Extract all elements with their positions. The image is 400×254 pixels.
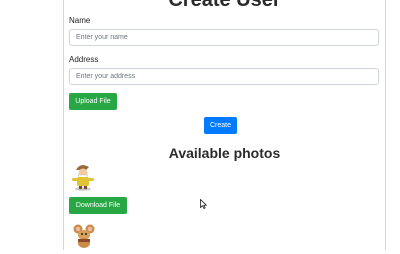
page-left-border [63, 0, 64, 250]
page-title: Create User [168, 0, 281, 11]
cartoon-mouse-icon [69, 221, 99, 249]
page-right-border [385, 0, 386, 250]
address-input[interactable] [69, 68, 379, 85]
address-label: Address [69, 55, 99, 64]
mouse-cursor-icon [200, 196, 208, 214]
download-file-button[interactable]: Download File [69, 197, 127, 214]
upload-file-button[interactable]: Upload File [69, 93, 117, 110]
cartoon-dwarf-icon [68, 163, 98, 191]
available-photos-title: Available photos [168, 145, 281, 161]
name-input[interactable] [69, 29, 379, 46]
create-button[interactable]: Create [204, 117, 237, 134]
name-label: Name [69, 16, 91, 25]
